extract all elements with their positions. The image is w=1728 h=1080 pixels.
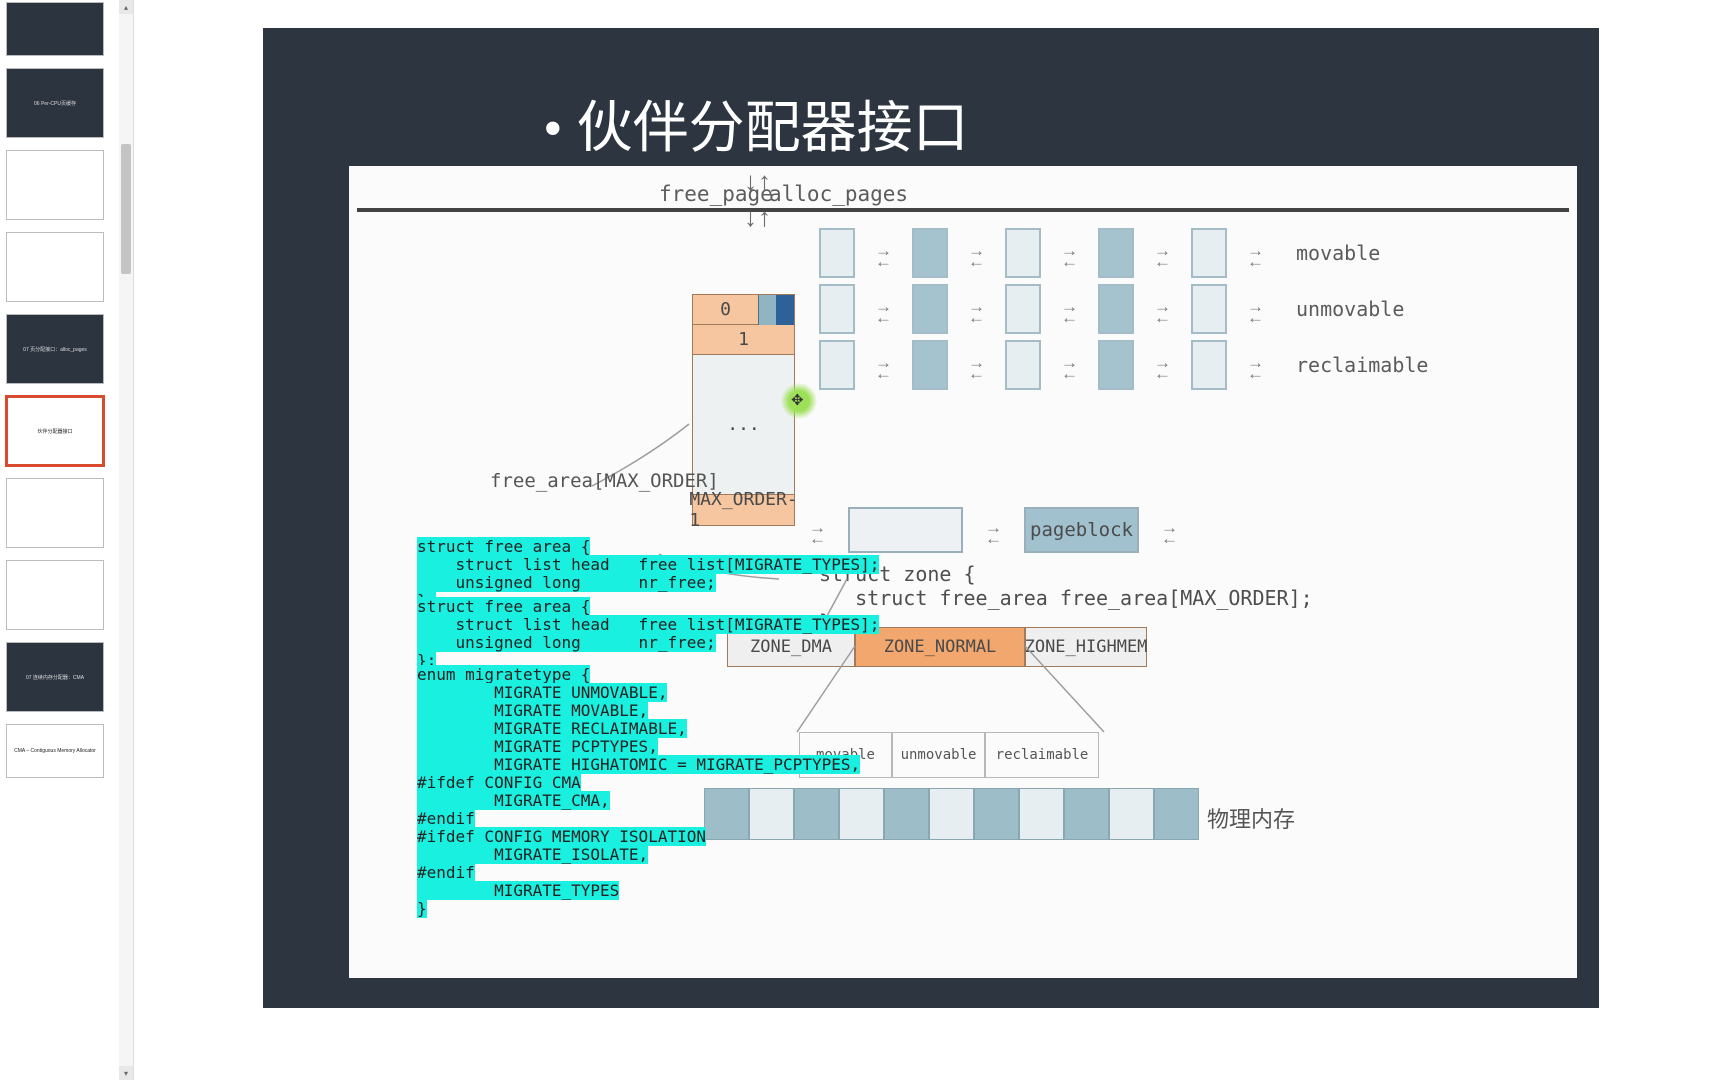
physical-memory-label: 物理内存 [1207,802,1295,834]
order-cell-0: 0 [693,295,758,325]
pageblock-box: pageblock [1024,507,1139,553]
cursor-highlight-icon [781,383,817,419]
zone-highmem: ZONE_HIGHMEM [1025,627,1147,667]
mig-label: unmovable [1296,297,1404,321]
scroll-down-icon[interactable]: ▾ [119,1066,133,1080]
mig-label: movable [1296,241,1380,265]
arrow-up-alloc: ↑ [758,168,771,194]
arrow-up-alloc2: ↑ [758,204,771,230]
order-cell-1: 1 [693,325,794,355]
code-enum-migratetype: enum migratetype { MIGRATE_UNMOVABLE, MI… [417,666,860,918]
scroll-handle[interactable] [121,144,131,274]
subtype-reclaimable: reclaimable [985,732,1099,778]
arrow-down-free2: ↓ [744,204,757,230]
order-cell-max: MAX_ORDER-1 [693,495,794,525]
mig-row-reclaimable: →←→←→←→←→←reclaimable [819,340,1428,390]
thumbnail-scrollbar[interactable]: ▴ ▾ [119,0,133,1080]
slide-thumbnail[interactable] [6,478,104,548]
arrow-down-free: ↓ [744,168,757,194]
code-struct-free-area-2: struct free_area { struct list_head free… [417,598,879,670]
thumbnail-panel: 06 Per-CPU页缓存 07 页分配接口：alloc_pages 伙伴分配器接口… [0,0,134,1080]
mig-row-unmovable: →←→←→←→←→←unmovable [819,284,1404,334]
slide-thumbnail[interactable] [6,560,104,630]
mig-label: reclaimable [1296,353,1428,377]
slide-thumbnail[interactable] [6,2,104,56]
slide-title: 伙伴分配器接口 [583,83,969,164]
zone-struct-code: struct zone { struct free_area free_area… [819,562,1313,634]
slide-thumbnail[interactable]: 伙伴分配器接口 [6,396,104,466]
subtype-unmovable: unmovable [892,732,985,778]
zone-normal: ZONE_NORMAL [855,627,1025,667]
slide-thumbnail[interactable]: 06 Per-CPU页缓存 [6,68,104,138]
mig-row-movable: →←→←→←→←→←movable [819,228,1380,278]
slide-thumbnail[interactable]: 07 页分配接口：alloc_pages [6,314,104,384]
slide-thumbnail[interactable]: CMA – Contiguous Memory Allocator [6,724,104,778]
slide-thumbnail[interactable]: 07 连续内存分配器：CMA [6,642,104,712]
slide-canvas[interactable]: 伙伴分配器接口 free_page alloc_pages ↓ ↓ ↑ ↑ 0 … [263,28,1599,1008]
slide-stage: 伙伴分配器接口 free_page alloc_pages ↓ ↓ ↑ ↑ 0 … [134,0,1728,1080]
slide-thumbnail[interactable] [6,150,104,220]
scroll-up-icon[interactable]: ▴ [119,0,133,14]
diagram-area: free_page alloc_pages ↓ ↓ ↑ ↑ 0 1 ... MA… [349,166,1577,978]
free-area-label: free_area[MAX_ORDER] [490,470,719,492]
label-alloc-pages: alloc_pages [769,182,908,206]
api-divider [357,208,1569,212]
slide-thumbnail[interactable] [6,232,104,302]
